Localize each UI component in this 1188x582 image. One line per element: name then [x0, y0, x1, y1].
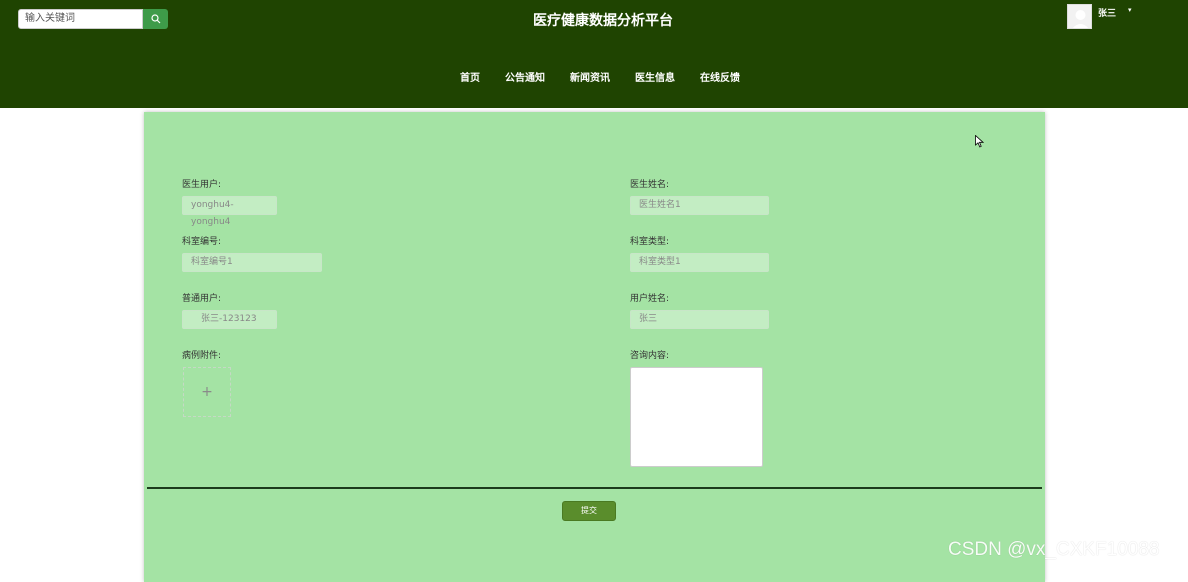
dept-type-label: 科室类型: [630, 237, 670, 247]
form-divider [147, 487, 1042, 489]
user-name-label: 用户姓名: [630, 294, 670, 304]
watermark: CSDN @vx_CXKF10088 [948, 539, 1160, 560]
attachment-label: 病例附件: [182, 351, 222, 361]
plus-icon: + [201, 384, 213, 400]
nav-item-feedback[interactable]: 在线反馈 [700, 69, 740, 84]
nav-item-announcements[interactable]: 公告通知 [505, 69, 545, 84]
avatar[interactable] [1067, 4, 1092, 29]
doctor-user-label: 医生用户: [182, 180, 222, 190]
dept-code-field[interactable]: 科室编号1 [182, 253, 322, 272]
dept-code-label: 科室编号: [182, 237, 222, 247]
doctor-name-label: 医生姓名: [630, 180, 670, 190]
user-name-field[interactable]: 张三 [630, 310, 769, 329]
user-avatar-icon [1068, 5, 1091, 28]
normal-user-label: 普通用户: [182, 294, 222, 304]
nav-item-news[interactable]: 新闻资讯 [570, 69, 610, 84]
mouse-cursor-icon [975, 135, 984, 148]
top-header: 输入关键词 医疗健康数据分析平台 张三 ▾ 首页 公告通知 新闻资讯 医生信息 … [0, 0, 1188, 108]
nav-item-doctors[interactable]: 医生信息 [635, 69, 675, 84]
user-menu-caret-icon[interactable]: ▾ [1128, 6, 1132, 14]
doctor-name-field[interactable]: 医生姓名1 [630, 196, 769, 215]
site-title: 医疗健康数据分析平台 [533, 13, 673, 29]
normal-user-field[interactable]: 张三-123123 [182, 310, 277, 329]
submit-button[interactable]: 提交 [562, 501, 616, 521]
consult-label: 咨询内容: [630, 351, 670, 361]
user-name[interactable]: 张三 [1098, 6, 1116, 19]
attachment-upload[interactable]: + [183, 367, 231, 417]
dept-type-field[interactable]: 科室类型1 [630, 253, 769, 272]
consult-textarea[interactable] [630, 367, 763, 467]
nav-item-home[interactable]: 首页 [460, 69, 480, 84]
doctor-user-field[interactable]: yonghu4-yonghu4 [182, 196, 277, 227]
main-nav: 首页 公告通知 新闻资讯 医生信息 在线反馈 [0, 69, 1188, 84]
